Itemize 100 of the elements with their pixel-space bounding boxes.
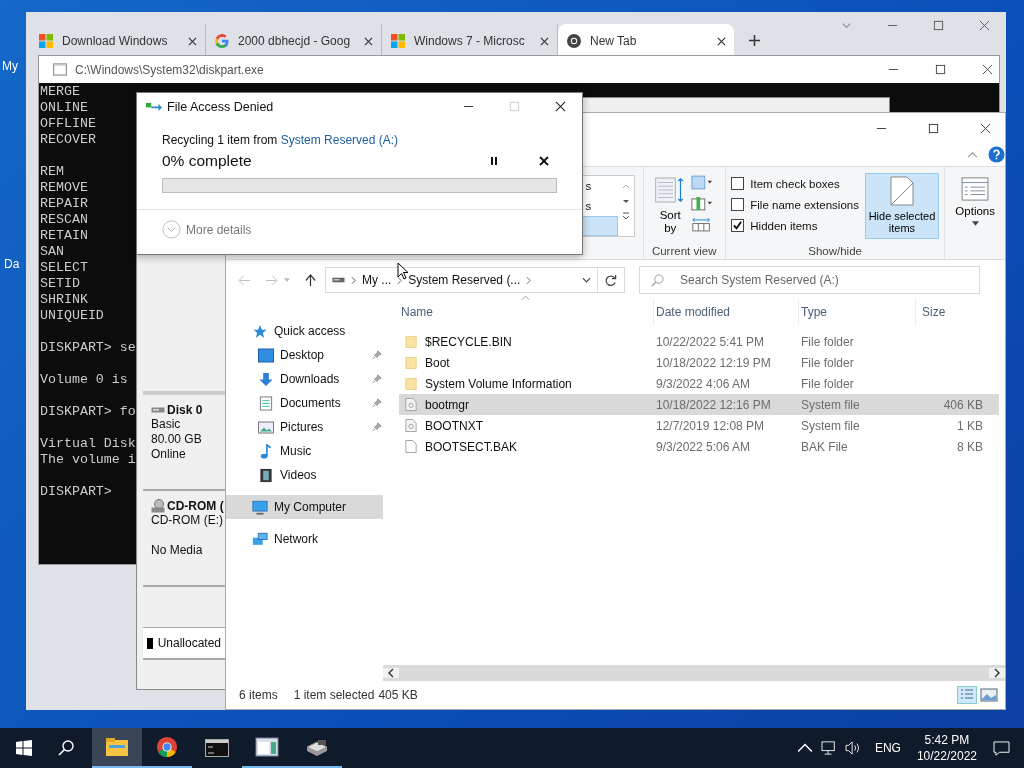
console-line: DISKPART> se [40, 340, 137, 356]
sort-by-button[interactable]: Sort by [655, 175, 686, 235]
chevron-icon [351, 275, 356, 285]
search-icon [651, 274, 664, 287]
disk-info: CD-ROM (E:) [151, 513, 224, 528]
console-line: SAN [40, 244, 65, 260]
console-line: SETID [40, 276, 81, 292]
folder-icon [105, 736, 129, 758]
close-icon[interactable] [980, 122, 991, 134]
file-row[interactable]: BOOTSECT.BAK 9/3/2022 5:06 AM BAK File 8 KB [399, 436, 999, 457]
search-icon[interactable] [58, 740, 74, 756]
maximize-icon[interactable] [935, 64, 946, 75]
nav-item[interactable]: Desktop [226, 343, 383, 367]
folder-icon [405, 334, 417, 349]
notifications-icon[interactable] [993, 740, 1010, 756]
nav-item[interactable]: Music [226, 439, 383, 463]
column-header[interactable]: Type [799, 299, 916, 325]
search-field[interactable]: Search System Reserved (A:) [639, 266, 980, 294]
breadcrumb[interactable]: My ... [362, 273, 392, 287]
layout-option[interactable]: s [581, 196, 618, 216]
column-header[interactable]: Name [399, 299, 654, 325]
language-indicator[interactable]: ENG [874, 741, 901, 755]
close-icon[interactable] [982, 64, 993, 75]
cancel-icon[interactable] [539, 156, 549, 166]
show-hidden-icons-icon[interactable] [796, 741, 813, 755]
clock[interactable]: 5:42 PM 10/22/2022 [916, 732, 977, 764]
file-row[interactable]: bootmgr 10/18/2022 12:16 PM System file 406 KB [399, 394, 999, 415]
more-details-button[interactable]: More details [162, 220, 252, 239]
console-line: SHRINK [40, 292, 89, 308]
desktop-icon-label[interactable]: Da [4, 257, 20, 271]
caret-icon [971, 221, 979, 226]
status-text: 405 KB [378, 688, 418, 702]
new-tab-icon[interactable] [748, 34, 761, 47]
layout-option[interactable]: s [581, 176, 618, 196]
file-row[interactable]: Boot 10/18/2022 12:19 PM File folder [399, 352, 999, 373]
file-row[interactable]: BOOTNXT 12/7/2019 12:08 PM System file 1 KB [399, 415, 999, 436]
pause-icon[interactable] [489, 156, 499, 166]
console-line: MERGE [40, 84, 81, 100]
ribbon-checkbox[interactable]: Item check boxes [731, 177, 859, 190]
console-icon [53, 63, 67, 76]
document-icon [889, 176, 914, 206]
help-icon[interactable] [988, 146, 1005, 163]
windows-logo-icon [390, 33, 406, 49]
nav-item[interactable]: Pictures [226, 415, 383, 439]
windows-logo-icon [38, 33, 54, 49]
window-icon [255, 736, 279, 758]
file-date: 10/22/2022 5:41 PM [655, 334, 766, 349]
console-line: SELECT [40, 260, 89, 276]
network-icon[interactable] [820, 741, 837, 755]
maximize-icon[interactable] [928, 122, 939, 134]
ribbon-checkbox[interactable]: Hidden items [731, 219, 859, 232]
nav-item[interactable]: Quick access [226, 319, 383, 343]
status-text: 6 items [239, 688, 278, 702]
console-line: DISKPART> fo [40, 404, 137, 420]
sort-icon [655, 175, 686, 205]
close-tab-icon[interactable] [188, 36, 197, 46]
large-icons-view-icon[interactable] [979, 686, 999, 704]
browser-tab[interactable]: New Tab [558, 24, 734, 58]
refresh-icon[interactable] [604, 273, 617, 287]
close-tab-icon[interactable] [364, 36, 373, 46]
chevron-circle-icon [162, 220, 181, 239]
source-link[interactable]: System Reserved (A:) [280, 133, 399, 147]
nav-item[interactable]: Downloads [226, 367, 383, 391]
close-icon[interactable] [555, 101, 566, 112]
breadcrumb[interactable]: System Reserved (... [408, 273, 521, 287]
desktop-icon-label[interactable]: My [2, 59, 18, 73]
volume-icon[interactable] [844, 741, 861, 755]
start-icon[interactable] [16, 740, 32, 756]
disk-info: No Media [151, 543, 204, 558]
close-tab-icon[interactable] [540, 36, 549, 46]
dropdown-icon[interactable] [582, 277, 591, 283]
file-size: 406 KB [942, 397, 984, 412]
file-name: bootmgr [425, 397, 470, 412]
hide-selected-items-button[interactable]: Hide selected items [864, 173, 939, 239]
nav-item[interactable]: Documents [226, 391, 383, 415]
close-tab-icon[interactable] [717, 36, 726, 46]
scroll-left-icon[interactable] [383, 668, 399, 678]
scroll-right-icon[interactable] [989, 668, 1005, 678]
nav-item[interactable]: My Computer [226, 495, 383, 519]
console-line: REPAIR [40, 196, 89, 212]
file-row[interactable]: $RECYCLE.BIN 10/22/2022 5:41 PM File folder [399, 331, 999, 352]
ribbon-checkbox[interactable]: File name extensions [731, 198, 859, 211]
document-icon [258, 395, 274, 411]
column-header[interactable]: Size [916, 299, 989, 325]
disk-info: Basic [151, 417, 182, 432]
layout-option[interactable] [581, 216, 618, 236]
console-line: ONLINE [40, 100, 89, 116]
file-row[interactable]: System Volume Information 9/3/2022 4:06 AM File folder [399, 373, 999, 394]
up-icon[interactable] [304, 273, 317, 287]
taskbar-app[interactable] [92, 728, 142, 768]
file-date: 10/18/2022 12:16 PM [655, 397, 772, 412]
maximize-icon[interactable] [933, 20, 944, 31]
nav-item[interactable]: Videos [226, 463, 383, 487]
nav-item[interactable]: Network [226, 527, 383, 551]
column-header[interactable]: Date modified [654, 299, 799, 325]
file-size: 1 KB [956, 418, 984, 433]
add-columns-icon[interactable] [691, 196, 714, 211]
options-button[interactable]: Options [949, 171, 1001, 227]
address-bar[interactable]: My ... System Reserved (... [325, 267, 625, 293]
horizontal-scrollbar[interactable] [383, 665, 1005, 681]
